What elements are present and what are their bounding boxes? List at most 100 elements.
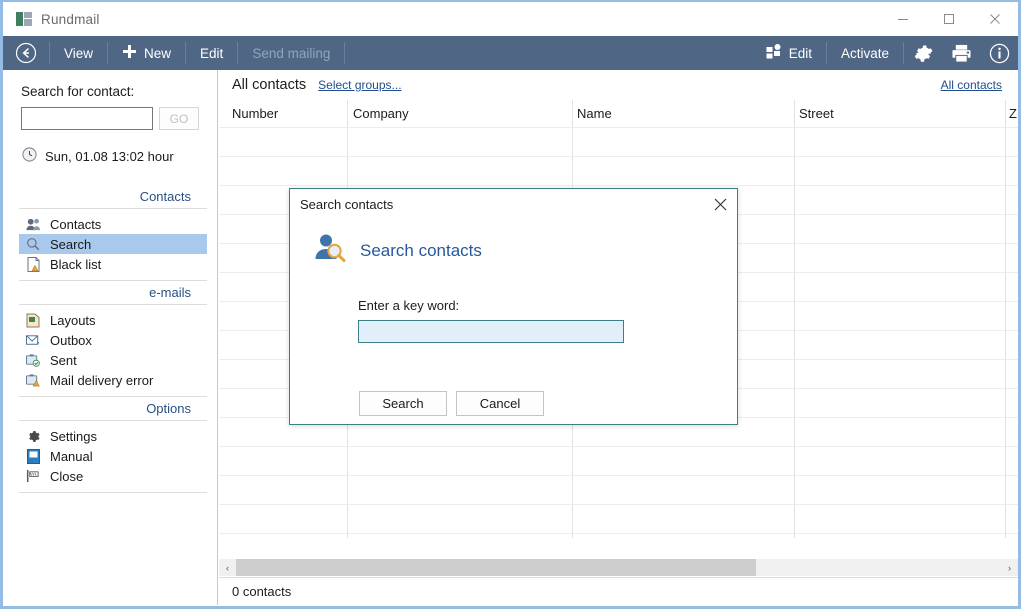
magnifier-icon	[25, 236, 41, 252]
search-contacts-dialog: Search contacts Search contacts Enter a …	[289, 188, 738, 425]
groups-icon	[766, 44, 782, 62]
dialog-title-text: Search contacts	[300, 196, 394, 212]
sidebar-item-label: Close	[50, 468, 84, 484]
column-header-street[interactable]: Street	[799, 106, 834, 121]
toolbar-edit-button[interactable]: Edit	[186, 36, 237, 70]
go-button[interactable]: GO	[159, 107, 199, 130]
scroll-right-arrow-icon[interactable]: ›	[1001, 559, 1018, 576]
sidebar-item-black-list[interactable]: Black list	[19, 254, 207, 274]
toolbar-right-group: Edit Activate	[752, 36, 1018, 70]
toolbar-groups-edit-label: Edit	[788, 45, 812, 61]
row-divider	[219, 185, 1018, 186]
sidebar-item-search[interactable]: Search	[19, 234, 207, 254]
clock-display: Sun, 01.08 13:02 hour	[22, 147, 217, 165]
window-title: Rundmail	[41, 11, 100, 27]
title-bar: Rundmail	[3, 2, 1018, 36]
sidebar-item-settings[interactable]: Settings	[19, 426, 207, 446]
sidebar-item-label: Mail delivery error	[50, 372, 154, 388]
toolbar-send-mailing-label: Send mailing	[252, 45, 331, 61]
exit-icon	[25, 468, 41, 484]
toolbar-send-mailing-button[interactable]: Send mailing	[238, 36, 344, 70]
column-header-zip[interactable]: ZIP	[1009, 106, 1018, 121]
cancel-button[interactable]: Cancel	[456, 391, 544, 416]
sidebar-section-header-options: Options	[19, 401, 207, 421]
search-button[interactable]: Search	[359, 391, 447, 416]
page-title: All contacts	[232, 77, 307, 93]
back-arrow-icon[interactable]	[3, 36, 49, 70]
scroll-left-arrow-icon[interactable]: ‹	[219, 559, 236, 576]
main-toolbar: View New Edit Send mailing Edit Activate	[3, 36, 1018, 70]
maximize-button[interactable]	[926, 2, 972, 36]
window-controls	[880, 2, 1018, 36]
person-search-icon	[312, 231, 346, 270]
info-icon[interactable]	[980, 36, 1018, 70]
gear-icon[interactable]	[904, 36, 942, 70]
sidebar-item-close[interactable]: Close	[19, 466, 207, 486]
sidebar-section-header-contacts: Contacts	[19, 189, 207, 209]
gear-icon	[25, 428, 41, 444]
application-window: Rundmail View New Edit Send mailing Edit…	[0, 0, 1021, 609]
outbox-icon	[25, 332, 41, 348]
column-header-name[interactable]: Name	[577, 106, 612, 121]
row-divider	[219, 533, 1018, 534]
sidebar-item-label: Settings	[50, 428, 97, 444]
sidebar-group-options: Settings Manual Close	[19, 421, 207, 493]
sidebar-item-layouts[interactable]: Layouts	[19, 310, 207, 330]
row-divider	[219, 127, 1018, 128]
row-divider	[219, 156, 1018, 157]
plus-icon	[122, 44, 137, 62]
sidebar: Search for contact: GO Sun, 01.08 13:02 …	[3, 70, 218, 605]
scrollbar-thumb[interactable]	[236, 559, 756, 576]
close-button[interactable]	[972, 2, 1018, 36]
row-divider	[219, 475, 1018, 476]
toolbar-view-label: View	[64, 45, 94, 61]
contacts-icon	[25, 216, 41, 232]
sidebar-item-label: Black list	[50, 256, 102, 272]
toolbar-edit-label: Edit	[200, 45, 224, 61]
sidebar-item-label: Search	[50, 236, 92, 252]
toolbar-groups-edit-button[interactable]: Edit	[752, 36, 826, 70]
row-divider	[219, 504, 1018, 505]
column-divider[interactable]	[1005, 100, 1006, 538]
sidebar-item-mail-delivery-error[interactable]: Mail delivery error	[19, 370, 207, 390]
status-bar: 0 contacts	[219, 577, 1018, 605]
sidebar-item-sent[interactable]: Sent	[19, 350, 207, 370]
keyword-input[interactable]	[358, 320, 624, 343]
sidebar-item-manual[interactable]: Manual	[19, 446, 207, 466]
sidebar-item-label: Layouts	[50, 312, 96, 328]
toolbar-activate-label: Activate	[840, 45, 889, 61]
sidebar-item-contacts[interactable]: Contacts	[19, 214, 207, 234]
dialog-heading: Search contacts	[360, 240, 482, 260]
scrollbar-track[interactable]	[236, 559, 1001, 576]
toolbar-new-button[interactable]: New	[108, 36, 185, 70]
toolbar-separator	[344, 42, 346, 64]
printer-icon[interactable]	[942, 36, 980, 70]
content-header: All contacts Select groups... All contac…	[219, 70, 1018, 100]
select-groups-link[interactable]: Select groups...	[318, 78, 401, 92]
layouts-icon	[25, 312, 41, 328]
toolbar-activate-button[interactable]: Activate	[827, 36, 903, 70]
minimize-button[interactable]	[880, 2, 926, 36]
clock-text: Sun, 01.08 13:02 hour	[45, 148, 174, 164]
all-contacts-link[interactable]: All contacts	[941, 78, 1002, 92]
keyword-field-label: Enter a key word:	[358, 298, 460, 313]
toolbar-view-button[interactable]: View	[50, 36, 107, 70]
row-divider	[219, 446, 1018, 447]
column-header-number[interactable]: Number	[232, 106, 278, 121]
sidebar-group-contacts: Contacts Search Black list	[19, 209, 207, 281]
close-icon[interactable]	[703, 190, 737, 218]
table-header-row: Number Company Name Street ZIP	[219, 100, 1018, 127]
column-divider[interactable]	[794, 100, 795, 538]
sidebar-group-emails: Layouts Outbox Sent Mail delivery error	[19, 305, 207, 397]
clock-icon	[22, 147, 37, 165]
app-icon	[16, 12, 32, 26]
blacklist-icon	[25, 256, 41, 272]
book-icon	[25, 448, 41, 464]
dialog-heading-row: Search contacts	[290, 219, 737, 270]
sidebar-item-label: Sent	[50, 352, 77, 368]
column-header-company[interactable]: Company	[353, 106, 409, 121]
horizontal-scrollbar[interactable]: ‹ ›	[219, 559, 1018, 576]
dialog-title-bar: Search contacts	[290, 189, 737, 219]
contact-search-input[interactable]	[21, 107, 153, 130]
sidebar-item-outbox[interactable]: Outbox	[19, 330, 207, 350]
